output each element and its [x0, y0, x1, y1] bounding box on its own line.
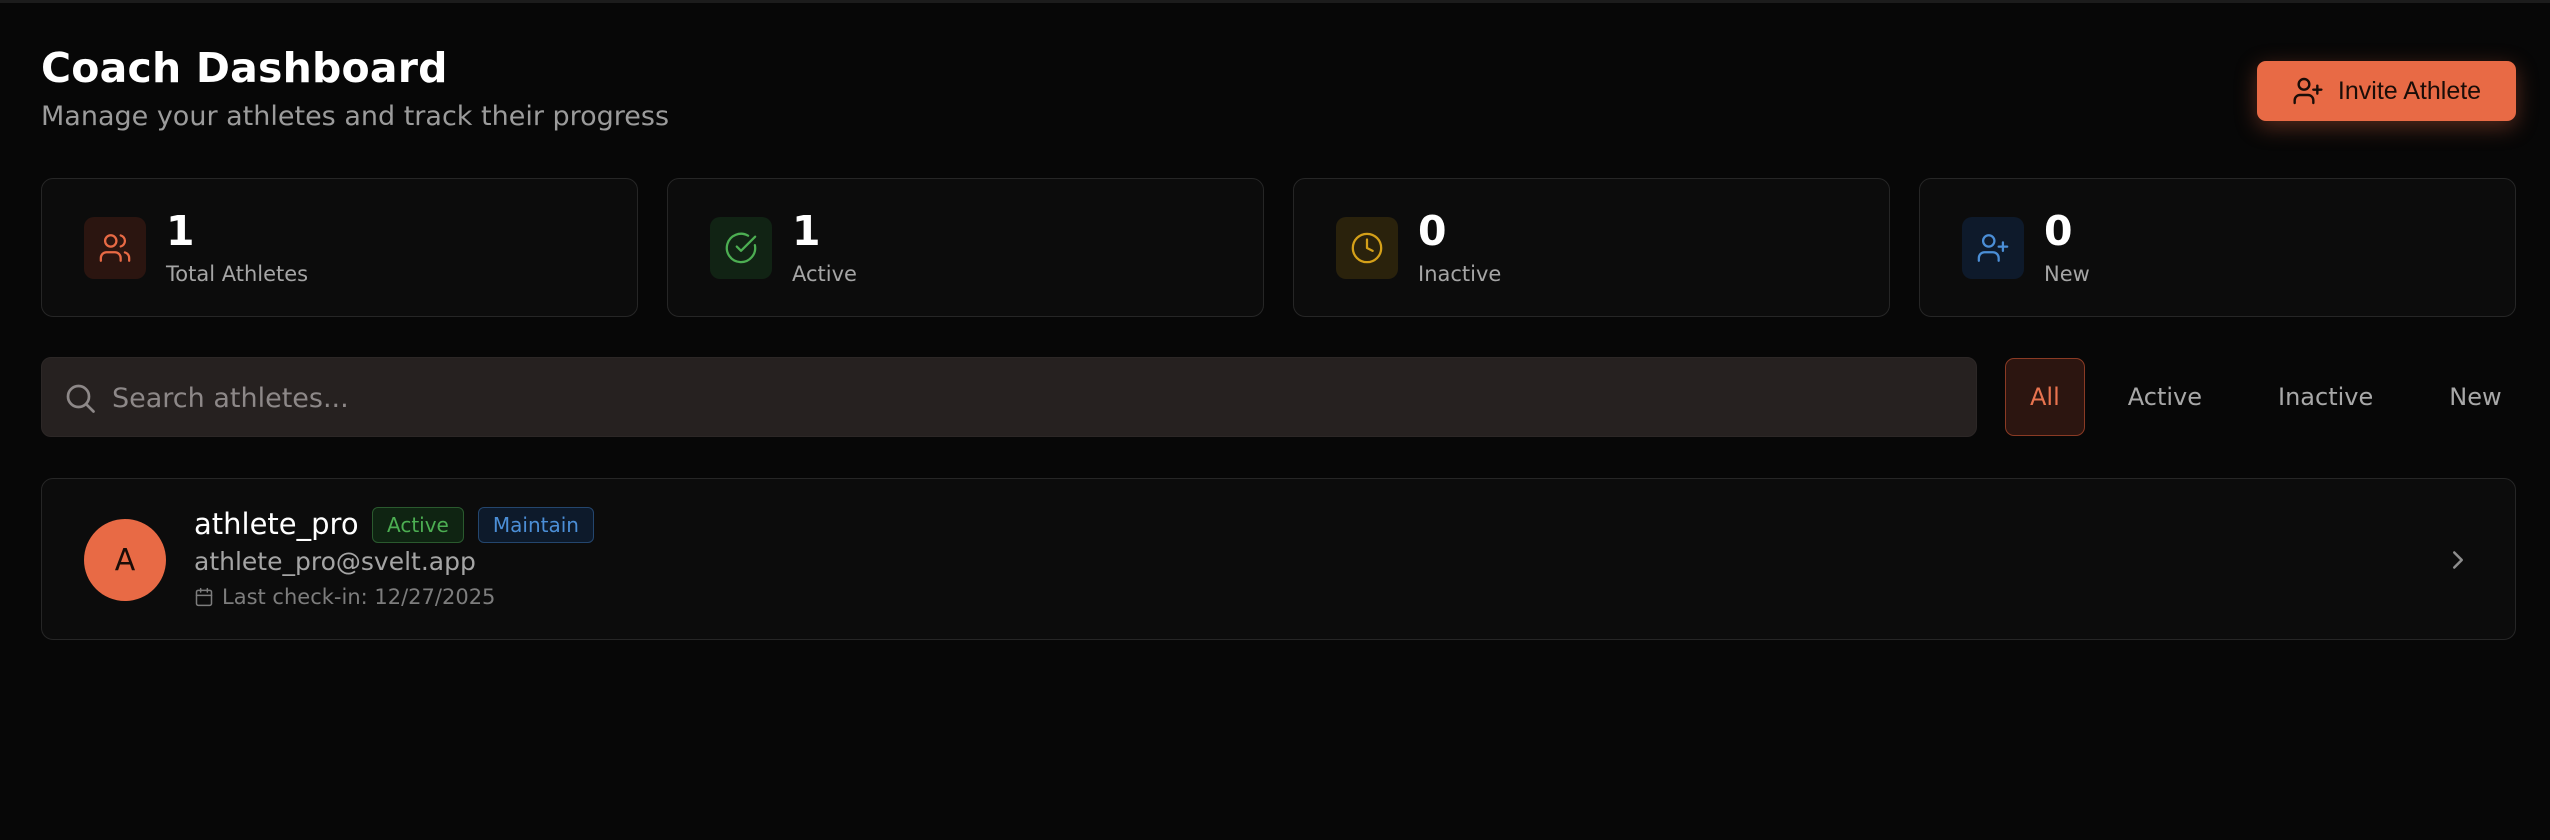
coach-dashboard-page: Coach Dashboard Manage your athletes and…: [41, 0, 2516, 840]
athlete-email: athlete_pro@svelt.app: [194, 547, 476, 576]
stat-label: Active: [792, 262, 857, 286]
filter-tab-new[interactable]: New: [2416, 358, 2534, 436]
stat-card-new: 0 New: [1919, 178, 2516, 317]
avatar: A: [84, 519, 166, 601]
search-box: [41, 357, 1977, 438]
search-icon: [66, 384, 95, 413]
filter-tab-inactive[interactable]: Inactive: [2245, 358, 2406, 436]
athlete-list-item[interactable]: A athlete_pro Active Maintain athlete_pr…: [41, 478, 2516, 640]
check-circle-icon: [710, 217, 772, 279]
invite-athlete-label: Invite Athlete: [2337, 76, 2482, 105]
invite-athlete-button[interactable]: Invite Athlete: [2257, 61, 2516, 121]
stat-card-inactive: 0 Inactive: [1293, 178, 1890, 317]
page-header: Coach Dashboard Manage your athletes and…: [41, 44, 2516, 144]
stat-card-total-athletes: 1 Total Athletes: [41, 178, 638, 317]
user-plus-icon: [1962, 217, 2024, 279]
stat-label: Inactive: [1418, 262, 1502, 286]
stat-value: 1: [792, 207, 821, 255]
calendar-icon: [195, 587, 213, 607]
stat-label: Total Athletes: [166, 262, 309, 286]
stat-value: 0: [2044, 207, 2073, 255]
stat-value: 0: [1418, 207, 1447, 255]
page-title: Coach Dashboard: [41, 44, 448, 92]
search-input[interactable]: [112, 358, 1952, 438]
stat-value: 1: [166, 207, 195, 255]
athlete-badges: Active Maintain: [372, 507, 594, 543]
stat-label: New: [2044, 262, 2090, 286]
status-badge: Active: [372, 507, 464, 543]
stats-row: 1 Total Athletes 1 Active 0 Inactive 0 N…: [41, 178, 2516, 317]
stat-card-active: 1 Active: [667, 178, 1264, 317]
goal-badge: Maintain: [477, 507, 594, 543]
filter-tab-all[interactable]: All: [2005, 358, 2085, 436]
filter-tabs: All Active Inactive New: [2005, 358, 2535, 436]
search-filter-row: All Active Inactive New: [41, 357, 2516, 438]
clock-icon: [1336, 217, 1398, 279]
filter-tab-active[interactable]: Active: [2095, 358, 2235, 436]
chevron-right-icon[interactable]: [2443, 545, 2473, 575]
athlete-name: athlete_pro: [194, 507, 359, 541]
user-plus-icon: [2293, 77, 2323, 105]
users-icon: [84, 217, 146, 279]
last-checkin-text: Last check-in: 12/27/2025: [222, 585, 496, 609]
page-subtitle: Manage your athletes and track their pro…: [41, 101, 670, 132]
last-checkin: Last check-in: 12/27/2025: [194, 585, 495, 609]
